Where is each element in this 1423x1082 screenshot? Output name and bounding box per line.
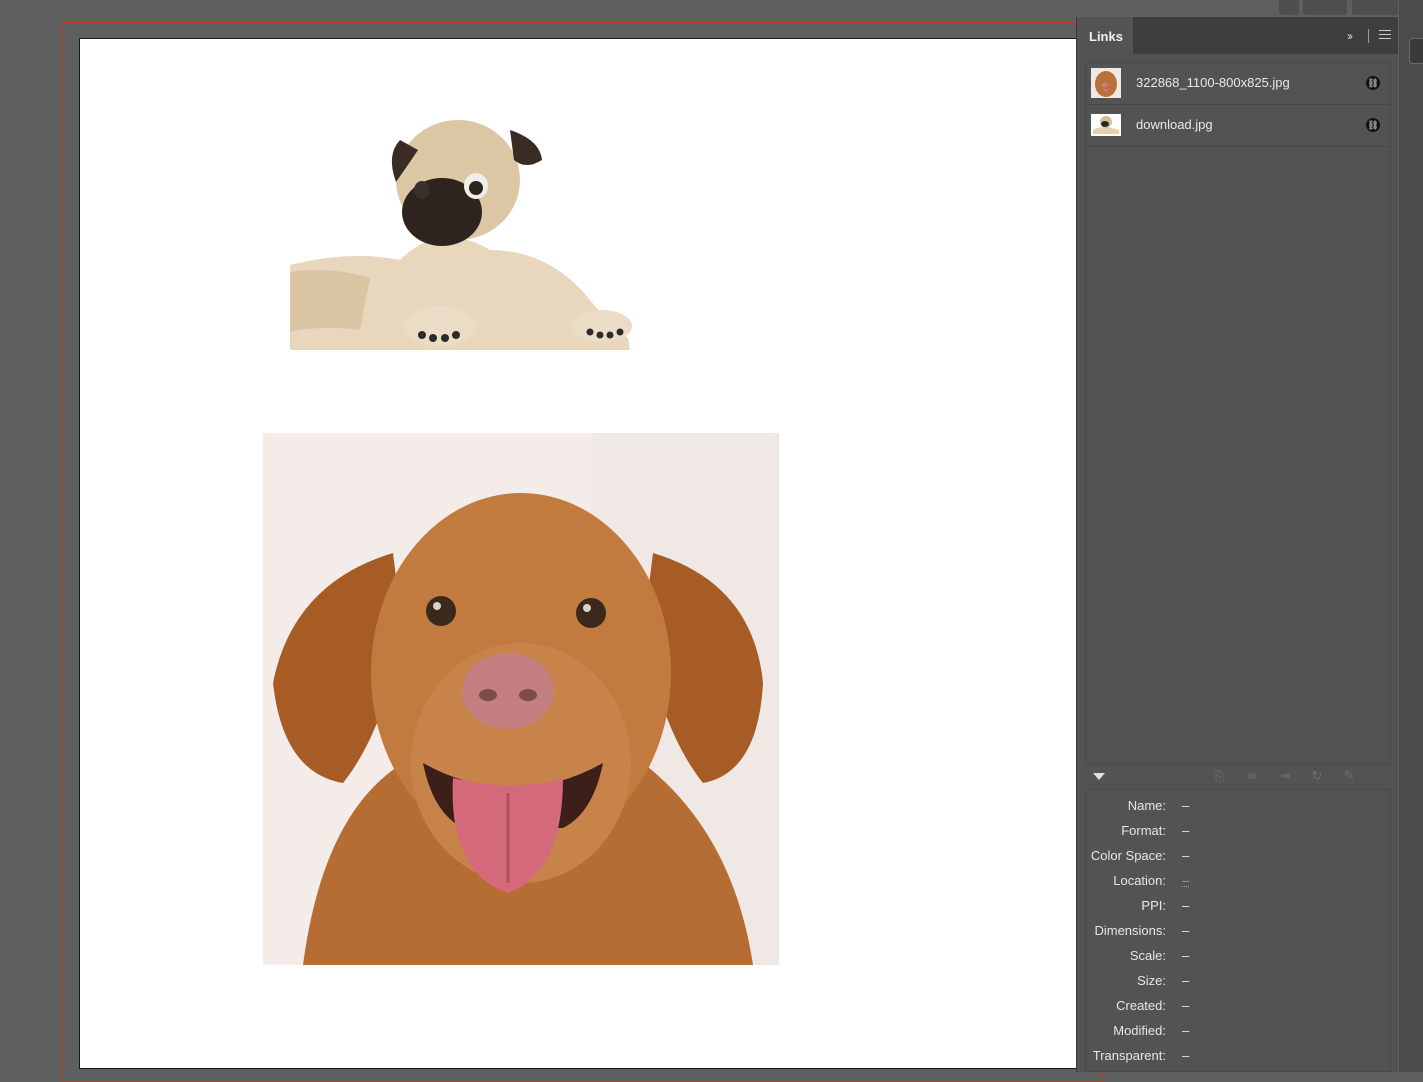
screen-mode-button[interactable] [1352,0,1398,15]
info-label: Transparent: [1092,1048,1166,1063]
list-item[interactable]: download.jpg ⛓ [1086,105,1390,147]
info-label: Color Space: [1090,848,1166,863]
list-item[interactable]: 322868_1100-800x825.jpg ⛓ [1086,63,1390,105]
info-row-size: Size: – [1086,969,1390,994]
info-value: – [1182,1048,1190,1063]
edit-original-icon[interactable]: ✎ [1339,768,1359,784]
info-row-color-space: Color Space: – [1086,844,1390,869]
header-divider [1368,29,1369,43]
thumbnail-retriever [1091,68,1121,98]
info-label: Location: [1113,873,1166,888]
update-link-icon[interactable]: ↻ [1307,768,1327,784]
link-name: download.jpg [1136,117,1213,132]
info-row-scale: Scale: – [1086,944,1390,969]
info-label: Scale: [1129,948,1166,963]
panel-menu-icon[interactable] [1379,30,1391,42]
info-value: – [1182,848,1190,863]
info-label: Created: [1116,998,1166,1013]
panel-header: Links ›› [1077,17,1398,54]
info-row-created: Created: – [1086,994,1390,1019]
info-row-transparent: Transparent: – [1086,1044,1390,1069]
thumbnail-pug [1091,114,1121,136]
info-value: – [1182,973,1190,988]
placed-image-retriever[interactable] [263,433,779,965]
info-value-link[interactable]: – [1182,873,1189,888]
links-list: 322868_1100-800x825.jpg ⛓ download.jpg ⛓ [1085,62,1391,764]
tool-icon[interactable] [1409,38,1423,64]
info-value: – [1182,798,1190,813]
tools-strip [1399,0,1423,1072]
info-label: Format: [1121,823,1166,838]
links-panel: Links ›› 322868_1100-800x825.jpg ⛓ downl… [1076,17,1398,1072]
info-row-format: Format: – [1086,819,1390,844]
info-value: – [1182,898,1190,913]
info-row-name: Name: – [1086,794,1390,819]
tab-links[interactable]: Links [1077,17,1133,54]
info-row-location: Location: – [1086,869,1390,894]
show-info-toggle-icon[interactable] [1093,773,1105,780]
info-label: Name: [1127,798,1166,813]
link-status-icon[interactable]: ⛓ [1366,76,1380,90]
info-label: PPI: [1141,898,1166,913]
link-status-icon[interactable]: ⛓ [1366,118,1380,132]
info-label: Modified: [1113,1023,1166,1038]
view-button[interactable] [1303,0,1347,15]
collapse-panel-icon[interactable]: ›› [1347,29,1353,43]
info-value: – [1182,1023,1190,1038]
info-value: – [1182,823,1190,838]
info-label: Dimensions: [1094,923,1166,938]
relink-icon[interactable]: ∞ [1242,768,1262,784]
collapse-button[interactable] [1279,0,1299,15]
go-to-link-icon[interactable]: ⇥ [1275,768,1295,784]
placed-image-pug[interactable] [290,100,632,356]
links-toolbar: ⎘ ∞ ⇥ ↻ ✎ [1085,767,1391,787]
info-value: – [1182,923,1190,938]
info-row-modified: Modified: – [1086,1019,1390,1044]
info-value: – [1182,998,1190,1013]
info-value: – [1182,948,1190,963]
info-label: Size: [1137,973,1166,988]
relink-from-cc-icon[interactable]: ⎘ [1209,768,1229,784]
link-info: Name: – Format: – Color Space: – Locatio… [1085,789,1391,1072]
info-row-dimensions: Dimensions: – [1086,919,1390,944]
info-row-ppi: PPI: – [1086,894,1390,919]
link-name: 322868_1100-800x825.jpg [1136,75,1290,90]
